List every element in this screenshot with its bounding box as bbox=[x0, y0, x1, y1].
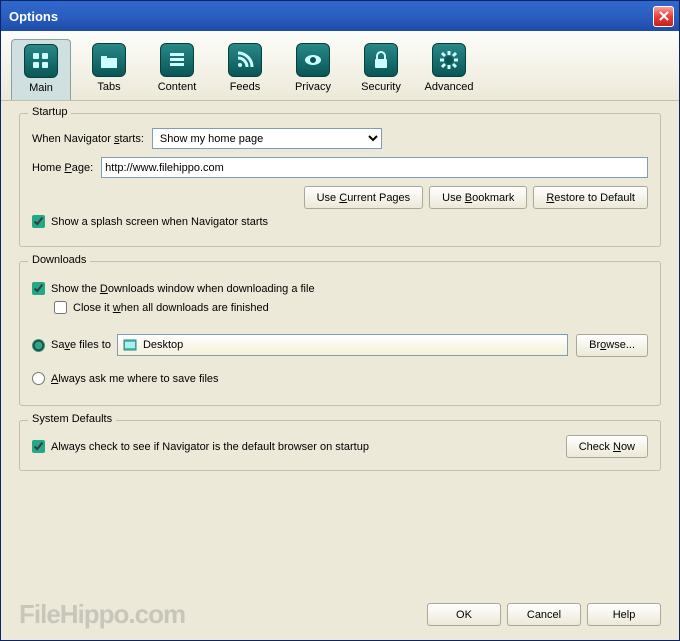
options-window: Options Main Tabs Content Feeds Privacy … bbox=[0, 0, 680, 641]
show-downloads-label: Show the Downloads window when downloadi… bbox=[51, 283, 315, 295]
window-title: Options bbox=[6, 9, 653, 24]
tab-privacy-label: Privacy bbox=[295, 81, 331, 93]
save-to-label: Save files to bbox=[51, 339, 111, 351]
default-browser-checkbox[interactable] bbox=[32, 440, 45, 453]
restore-default-button[interactable]: Restore to Default bbox=[533, 186, 648, 209]
system-defaults-group: System Defaults Always check to see if N… bbox=[19, 420, 661, 471]
close-downloads-label: Close it when all downloads are finished bbox=[73, 302, 269, 314]
desktop-folder-icon bbox=[122, 337, 138, 353]
downloads-title: Downloads bbox=[28, 254, 90, 266]
tab-feeds[interactable]: Feeds bbox=[215, 39, 275, 100]
use-current-pages-button[interactable]: Use Current Pages bbox=[304, 186, 424, 209]
tab-tabs[interactable]: Tabs bbox=[79, 39, 139, 100]
save-location-display: Desktop bbox=[117, 334, 568, 356]
close-button[interactable] bbox=[653, 6, 674, 27]
main-icon bbox=[24, 44, 58, 78]
cancel-button[interactable]: Cancel bbox=[507, 603, 581, 626]
when-starts-label: When Navigator starts: bbox=[32, 133, 144, 145]
tab-main-label: Main bbox=[29, 82, 53, 94]
bottom-bar: FileHippo.com OK Cancel Help bbox=[19, 599, 661, 630]
save-to-radio[interactable] bbox=[32, 339, 45, 352]
content-icon bbox=[160, 43, 194, 77]
titlebar[interactable]: Options bbox=[1, 1, 679, 31]
save-location-text: Desktop bbox=[143, 339, 183, 351]
startup-title: Startup bbox=[28, 106, 71, 118]
privacy-icon bbox=[296, 43, 330, 77]
tab-security-label: Security bbox=[361, 81, 401, 93]
home-page-input[interactable] bbox=[101, 157, 648, 178]
feeds-icon bbox=[228, 43, 262, 77]
always-ask-label: Always ask me where to save files bbox=[51, 373, 219, 385]
always-ask-radio[interactable] bbox=[32, 372, 45, 385]
watermark-text: FileHippo.com bbox=[19, 599, 427, 630]
show-downloads-checkbox[interactable] bbox=[32, 282, 45, 295]
when-starts-dropdown[interactable]: Show my home page bbox=[152, 128, 382, 149]
default-browser-label: Always check to see if Navigator is the … bbox=[51, 441, 369, 453]
close-downloads-checkbox[interactable] bbox=[54, 301, 67, 314]
category-toolbar: Main Tabs Content Feeds Privacy Security… bbox=[1, 31, 679, 101]
use-bookmark-button[interactable]: Use Bookmark bbox=[429, 186, 527, 209]
tab-advanced[interactable]: Advanced bbox=[419, 39, 479, 100]
system-defaults-title: System Defaults bbox=[28, 413, 116, 425]
check-now-button[interactable]: Check Now bbox=[566, 435, 648, 458]
tab-content[interactable]: Content bbox=[147, 39, 207, 100]
tab-tabs-label: Tabs bbox=[97, 81, 120, 93]
security-icon bbox=[364, 43, 398, 77]
downloads-group: Downloads Show the Downloads window when… bbox=[19, 261, 661, 406]
tab-feeds-label: Feeds bbox=[230, 81, 261, 93]
home-page-label: Home Page: bbox=[32, 162, 93, 174]
startup-group: Startup When Navigator starts: Show my h… bbox=[19, 113, 661, 247]
advanced-icon bbox=[432, 43, 466, 77]
tab-main[interactable]: Main bbox=[11, 39, 71, 100]
tabs-icon bbox=[92, 43, 126, 77]
splash-label: Show a splash screen when Navigator star… bbox=[51, 216, 268, 228]
tab-privacy[interactable]: Privacy bbox=[283, 39, 343, 100]
tab-security[interactable]: Security bbox=[351, 39, 411, 100]
splash-checkbox[interactable] bbox=[32, 215, 45, 228]
tab-advanced-label: Advanced bbox=[425, 81, 474, 93]
help-button[interactable]: Help bbox=[587, 603, 661, 626]
ok-button[interactable]: OK bbox=[427, 603, 501, 626]
tab-content-label: Content bbox=[158, 81, 197, 93]
close-icon bbox=[659, 11, 669, 21]
main-panel: Startup When Navigator starts: Show my h… bbox=[1, 101, 679, 497]
browse-button[interactable]: Browse... bbox=[576, 334, 648, 357]
